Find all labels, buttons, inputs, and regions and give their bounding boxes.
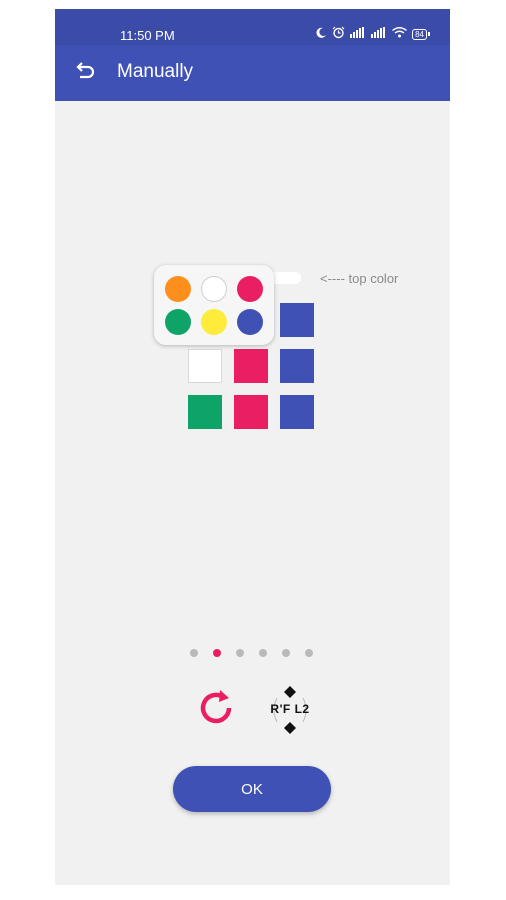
ok-button[interactable]: OK [173, 766, 331, 812]
signal-icon [350, 27, 366, 41]
status-icons: 84 [315, 26, 430, 42]
page-title: Manually [117, 61, 194, 82]
status-time: 11:50 PM [120, 28, 175, 43]
page-dot[interactable] [259, 649, 267, 657]
refresh-icon[interactable] [193, 685, 239, 731]
battery-level: 84 [412, 28, 427, 40]
cube-cell[interactable] [188, 349, 222, 383]
cube-cell[interactable] [280, 395, 314, 429]
top-color-hint: <---- top color [320, 271, 399, 286]
color-palette [154, 265, 274, 345]
moon-icon [315, 27, 327, 42]
status-bar: 11:50 PM 84 [55, 9, 450, 45]
color-swatch[interactable] [201, 276, 227, 302]
notation-button[interactable]: R'F L2 [267, 684, 313, 736]
cube-cell[interactable] [234, 395, 268, 429]
color-swatch[interactable] [201, 309, 227, 335]
cube-cell[interactable] [188, 395, 222, 429]
color-swatch[interactable] [165, 309, 191, 335]
cube-cell[interactable] [280, 303, 314, 337]
page-dot[interactable] [236, 649, 244, 657]
wifi-icon [392, 27, 408, 41]
page-dot[interactable] [213, 649, 221, 657]
battery-icon: 84 [412, 28, 430, 40]
cube-cell[interactable] [280, 349, 314, 383]
color-swatch[interactable] [237, 276, 263, 302]
undo-arrow-icon[interactable] [73, 59, 97, 83]
notation-text: R'F L2 [270, 702, 310, 716]
page-indicator [190, 649, 320, 659]
page-dot[interactable] [282, 649, 290, 657]
cube-cell[interactable] [234, 349, 268, 383]
signal-icon [371, 27, 387, 41]
app-bar: Manually [55, 45, 450, 101]
page-dot[interactable] [190, 649, 198, 657]
page-dot[interactable] [305, 649, 313, 657]
alarm-icon [332, 26, 345, 42]
color-swatch[interactable] [237, 309, 263, 335]
color-swatch[interactable] [165, 276, 191, 302]
phone-screen: 11:50 PM 84 Manually <---- top color R'F… [55, 9, 450, 885]
